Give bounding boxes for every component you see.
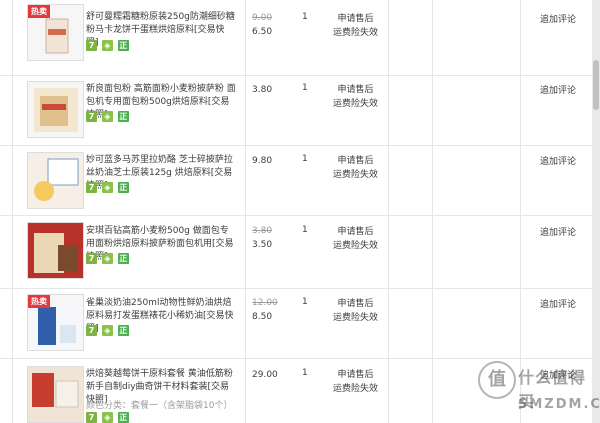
price-block: 3.80 3.50 bbox=[252, 225, 292, 252]
seven-day-return-icon[interactable]: 7 bbox=[86, 40, 97, 51]
shipping-insurance-status: 运费险失效 bbox=[332, 99, 378, 109]
price-block: 3.80 bbox=[252, 83, 292, 97]
price-block: 9.00 6.50 bbox=[252, 12, 292, 39]
apply-after-sales-link[interactable]: 申请售后 bbox=[328, 12, 383, 26]
product-photo bbox=[34, 88, 78, 132]
apply-after-sales-link[interactable]: 申请售后 bbox=[328, 368, 383, 382]
genuine-icon[interactable]: 正 bbox=[117, 182, 129, 193]
guarantee-icon[interactable]: ◈ bbox=[101, 182, 113, 193]
column-divider bbox=[388, 0, 389, 423]
guarantee-icon[interactable]: ◈ bbox=[101, 253, 113, 264]
service-badges: 7 ◈ 正 bbox=[86, 325, 131, 336]
order-item-row-4: 安琪百钻高筋小麦粉500g 做面包专用面粉烘焙原料披萨粉面包机用[交易快照] 7… bbox=[0, 215, 600, 289]
genuine-icon[interactable]: 正 bbox=[117, 325, 129, 336]
seven-day-return-icon[interactable]: 7 bbox=[86, 111, 97, 122]
watermark-domain: SMZDM.COM bbox=[518, 397, 600, 412]
shipping-insurance-status: 运费险失效 bbox=[332, 170, 378, 180]
current-price: 3.80 bbox=[252, 85, 273, 95]
guarantee-icon[interactable]: ◈ bbox=[101, 111, 113, 122]
smzdm-watermark: 值 什么值得买 SMZDM.COM bbox=[478, 361, 600, 416]
add-review-link[interactable]: 追加评论 bbox=[540, 83, 580, 96]
add-review-link[interactable]: 追加评论 bbox=[540, 154, 580, 167]
add-review-link[interactable]: 追加评论 bbox=[540, 225, 580, 238]
product-photo bbox=[28, 223, 83, 278]
product-image-3[interactable] bbox=[27, 152, 84, 209]
shipping-insurance-status: 运费险失效 bbox=[332, 241, 378, 251]
product-image-5[interactable]: 热卖 bbox=[27, 294, 84, 351]
current-price: 3.50 bbox=[252, 240, 273, 250]
quantity: 1 bbox=[302, 225, 308, 235]
after-sales-block: 申请售后 运费险失效 bbox=[328, 368, 383, 396]
shipping-insurance-status: 运费险失效 bbox=[332, 313, 378, 323]
product-photo bbox=[28, 153, 83, 208]
product-image-1[interactable]: 热卖 bbox=[27, 4, 84, 61]
after-sales-block: 申请售后 运费险失效 bbox=[328, 83, 383, 111]
apply-after-sales-link[interactable]: 申请售后 bbox=[328, 297, 383, 311]
guarantee-icon[interactable]: ◈ bbox=[101, 325, 113, 336]
product-photo bbox=[28, 367, 83, 422]
genuine-icon[interactable]: 正 bbox=[117, 412, 129, 423]
service-badges: 7 ◈ 正 bbox=[86, 111, 131, 122]
column-divider bbox=[12, 0, 13, 423]
order-item-row-5: 热卖 雀巢淡奶油250ml动物性鲜奶油烘焙原料易打发蛋糕裱花小稀奶油[交易快照]… bbox=[0, 288, 600, 359]
guarantee-icon[interactable]: ◈ bbox=[101, 412, 113, 423]
quantity: 1 bbox=[302, 12, 308, 22]
vertical-scrollbar[interactable] bbox=[592, 0, 600, 423]
scrollbar-thumb[interactable] bbox=[593, 60, 599, 110]
shipping-insurance-status: 运费险失效 bbox=[332, 384, 378, 394]
add-review-link[interactable]: 追加评论 bbox=[540, 12, 580, 25]
order-items-table: 热卖 舒可曼糯霜糖粉原装250g防潮细砂糖粉马卡龙饼干蛋糕烘焙原料[交易快照] … bbox=[0, 0, 600, 423]
current-price: 6.50 bbox=[252, 27, 273, 37]
hot-badge: 热卖 bbox=[28, 295, 50, 308]
genuine-icon[interactable]: 正 bbox=[117, 40, 129, 51]
original-price: 12.00 bbox=[252, 298, 278, 308]
current-price: 29.00 bbox=[252, 370, 278, 380]
original-price: 9.00 bbox=[252, 13, 273, 23]
apply-after-sales-link[interactable]: 申请售后 bbox=[328, 154, 383, 168]
price-block: 29.00 bbox=[252, 368, 292, 382]
hot-badge: 热卖 bbox=[28, 5, 50, 18]
service-badges: 7 ◈ 正 bbox=[86, 182, 131, 193]
genuine-icon[interactable]: 正 bbox=[117, 253, 129, 264]
after-sales-block: 申请售后 运费险失效 bbox=[328, 297, 383, 325]
order-item-row-2: 新良面包粉 高筋面粉小麦粉披萨粉 面包机专用面包粉500g烘焙原料[交易快照] … bbox=[0, 75, 600, 146]
seven-day-return-icon[interactable]: 7 bbox=[86, 182, 97, 193]
quantity: 1 bbox=[302, 154, 308, 164]
quantity: 1 bbox=[302, 83, 308, 93]
seven-day-return-icon[interactable]: 7 bbox=[86, 325, 97, 336]
service-badges: 7 ◈ 正 bbox=[86, 40, 131, 51]
column-divider bbox=[245, 0, 246, 423]
seven-day-return-icon[interactable]: 7 bbox=[86, 412, 97, 423]
quantity: 1 bbox=[302, 368, 308, 378]
service-badges: 7 ◈ 正 bbox=[86, 253, 131, 264]
shipping-insurance-status: 运费险失效 bbox=[332, 28, 378, 38]
apply-after-sales-link[interactable]: 申请售后 bbox=[328, 225, 383, 239]
after-sales-block: 申请售后 运费险失效 bbox=[328, 12, 383, 40]
original-price: 3.80 bbox=[252, 226, 273, 236]
column-divider bbox=[520, 0, 521, 423]
quantity: 1 bbox=[302, 297, 308, 307]
service-badges: 7 ◈ 正 bbox=[86, 412, 131, 423]
product-image-2[interactable] bbox=[27, 81, 84, 138]
order-item-row-1: 热卖 舒可曼糯霜糖粉原装250g防潮细砂糖粉马卡龙饼干蛋糕烘焙原料[交易快照] … bbox=[0, 0, 600, 76]
product-image-4[interactable] bbox=[27, 222, 84, 279]
price-block: 9.80 bbox=[252, 154, 292, 168]
add-review-link[interactable]: 追加评论 bbox=[540, 297, 580, 310]
guarantee-icon[interactable]: ◈ bbox=[101, 40, 113, 51]
order-item-row-3: 妙可蓝多马苏里拉奶酪 芝士碎披萨拉丝奶油芝士原装125g 烘焙原料[交易快照] … bbox=[0, 145, 600, 216]
price-block: 12.00 8.50 bbox=[252, 297, 292, 324]
product-image-6[interactable] bbox=[27, 366, 84, 423]
current-price: 8.50 bbox=[252, 312, 273, 322]
current-price: 9.80 bbox=[252, 156, 273, 166]
after-sales-block: 申请售后 运费险失效 bbox=[328, 225, 383, 253]
genuine-icon[interactable]: 正 bbox=[117, 111, 129, 122]
smzdm-logo-icon: 值 bbox=[478, 361, 516, 399]
after-sales-block: 申请售后 运费险失效 bbox=[328, 154, 383, 182]
apply-after-sales-link[interactable]: 申请售后 bbox=[328, 83, 383, 97]
column-divider bbox=[432, 0, 433, 423]
variant-info: 颜色分类：套餐一（含架脂袋10个） bbox=[86, 401, 233, 411]
seven-day-return-icon[interactable]: 7 bbox=[86, 253, 97, 264]
